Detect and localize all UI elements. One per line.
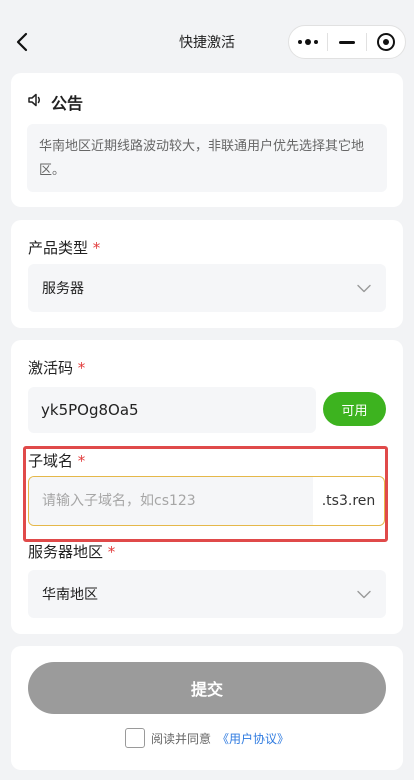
navigation-bar: 快捷激活 (0, 0, 414, 78)
notice-header: 公告 (27, 90, 83, 114)
agreement-text: 阅读并同意 (150, 731, 211, 746)
close-button[interactable] (367, 26, 405, 58)
minimize-button[interactable] (328, 26, 366, 58)
required-mark: * (77, 359, 86, 377)
subdomain-label: 子域名 * (28, 452, 86, 470)
agreement-row: 阅读并同意 《用户协议》 (11, 728, 403, 748)
subdomain-suffix: .ts3.ren (321, 493, 376, 509)
server-region-select[interactable]: 华南地区 (28, 570, 386, 618)
mini-program-capsule (288, 25, 406, 59)
required-mark: * (107, 543, 116, 561)
more-dots-icon (298, 39, 318, 45)
activation-code-label: 激活码 * (28, 359, 86, 377)
more-button[interactable] (289, 26, 327, 58)
target-circle-icon (377, 33, 395, 51)
required-mark: * (92, 239, 101, 257)
product-card: 产品类型 * 服务器 (11, 220, 403, 328)
chevron-down-icon (356, 280, 372, 296)
chevron-down-icon (356, 586, 372, 602)
notice-card: 公告 华南地区近期线路波动较大，非联通用户优先选择其它地区。 (11, 73, 403, 207)
subdomain-input[interactable] (29, 477, 313, 525)
activation-code-value: yk5POg8Oa5 (41, 401, 139, 419)
notice-title: 公告 (51, 94, 84, 113)
product-type-select[interactable]: 服务器 (28, 264, 386, 312)
agreement-checkbox[interactable] (124, 728, 145, 748)
activation-code-field[interactable]: yk5POg8Oa5 (28, 387, 316, 433)
server-region-label: 服务器地区 * (28, 543, 116, 561)
notice-content: 华南地区近期线路波动较大，非联通用户优先选择其它地区。 (27, 124, 387, 192)
submit-button[interactable]: 提交 (28, 662, 386, 714)
minimize-icon (339, 40, 355, 44)
status-badge: 可用 (323, 392, 386, 426)
submit-card: 提交 阅读并同意 《用户协议》 (11, 646, 403, 770)
required-mark: * (77, 452, 86, 470)
activation-card: 激活码 * yk5POg8Oa5 可用 子域名 * .ts3.ren 服务器地区… (11, 340, 403, 634)
user-agreement-link[interactable]: 《用户协议》 (217, 730, 289, 747)
product-type-label: 产品类型 * (28, 239, 101, 257)
speaker-icon (27, 92, 43, 112)
server-region-value: 华南地区 (42, 587, 98, 603)
subdomain-field: .ts3.ren (28, 476, 385, 526)
product-type-value: 服务器 (42, 281, 84, 297)
